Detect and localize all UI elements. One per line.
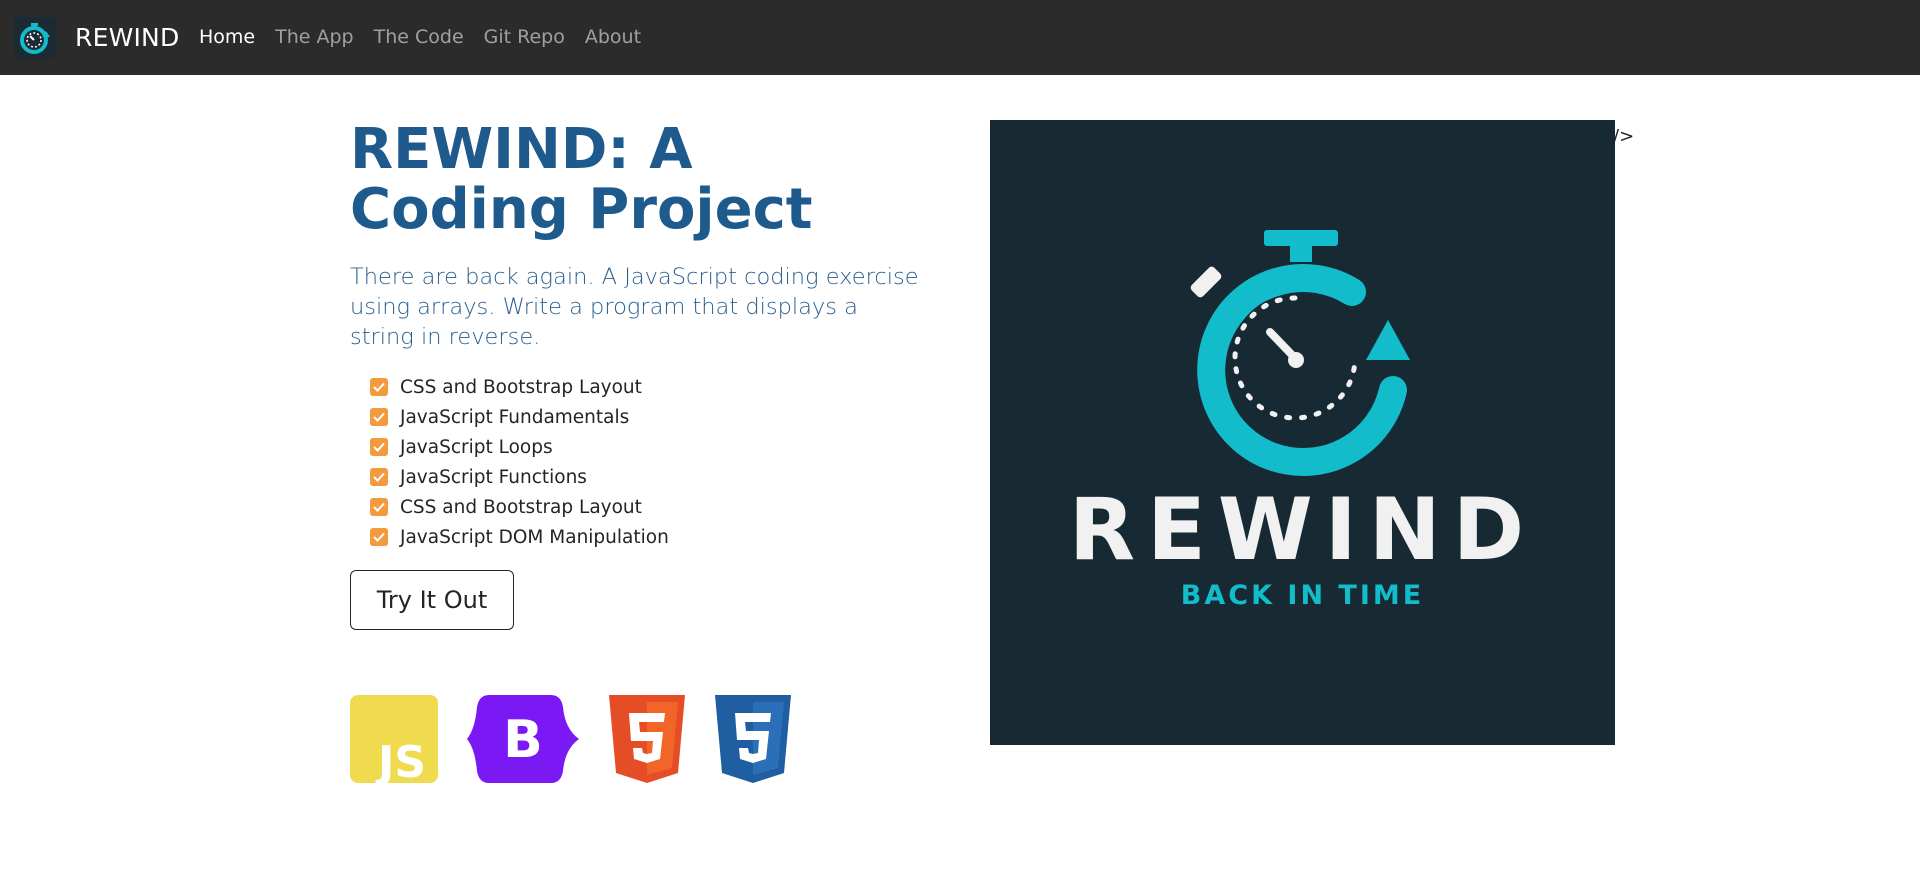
brand-logo-icon[interactable]: [14, 17, 56, 59]
javascript-icon-label: JS: [375, 737, 426, 783]
bootstrap-icon: B: [467, 695, 579, 787]
feature-item: JavaScript Functions: [370, 462, 669, 492]
feature-item: CSS and Bootstrap Layout: [370, 372, 669, 402]
stopwatch-rewind-icon: [1190, 230, 1410, 476]
nav-link-the-app[interactable]: The App: [275, 26, 354, 48]
feature-item: CSS and Bootstrap Layout: [370, 492, 669, 522]
image-alt-text-fragment: />: [1613, 126, 1635, 147]
feature-list: CSS and Bootstrap Layout JavaScript Fund…: [370, 372, 669, 552]
nav-link-home[interactable]: Home: [199, 26, 255, 48]
checkbox-checked-icon: [370, 408, 388, 426]
hero-image: REWIND BACK IN TIME: [990, 120, 1615, 745]
nav-link-git-repo[interactable]: Git Repo: [484, 26, 565, 48]
navbar: REWIND Home The App The Code Git Repo Ab…: [0, 0, 1920, 75]
bootstrap-icon-label: B: [503, 710, 543, 770]
feature-label: JavaScript Functions: [400, 466, 587, 488]
image-subtitle: BACK IN TIME: [1180, 580, 1425, 611]
feature-label: JavaScript Loops: [400, 436, 553, 458]
feature-item: JavaScript DOM Manipulation: [370, 522, 669, 552]
feature-item: JavaScript Loops: [370, 432, 669, 462]
feature-item: JavaScript Fundamentals: [370, 402, 669, 432]
checkbox-checked-icon: [370, 468, 388, 486]
brand-name[interactable]: REWIND: [75, 23, 179, 52]
feature-label: CSS and Bootstrap Layout: [400, 496, 642, 518]
try-it-out-button[interactable]: Try It Out: [350, 570, 514, 630]
nav-links: Home The App The Code Git Repo About: [199, 26, 661, 48]
nav-link-the-code[interactable]: The Code: [374, 26, 464, 48]
feature-label: JavaScript DOM Manipulation: [400, 526, 669, 548]
feature-label: CSS and Bootstrap Layout: [400, 376, 642, 398]
javascript-icon: JS: [350, 695, 438, 788]
feature-label: JavaScript Fundamentals: [400, 406, 630, 428]
nav-link-about[interactable]: About: [585, 26, 641, 48]
checkbox-checked-icon: [370, 498, 388, 516]
html5-icon: [609, 695, 685, 787]
checkbox-checked-icon: [370, 528, 388, 546]
css3-icon: [715, 695, 791, 787]
checkbox-checked-icon: [370, 378, 388, 396]
hero-lead: There are back again. A JavaScript codin…: [350, 264, 919, 350]
image-title: REWIND: [1068, 480, 1537, 580]
checkbox-checked-icon: [370, 438, 388, 456]
page-title: REWIND: A Coding Project: [350, 117, 813, 242]
